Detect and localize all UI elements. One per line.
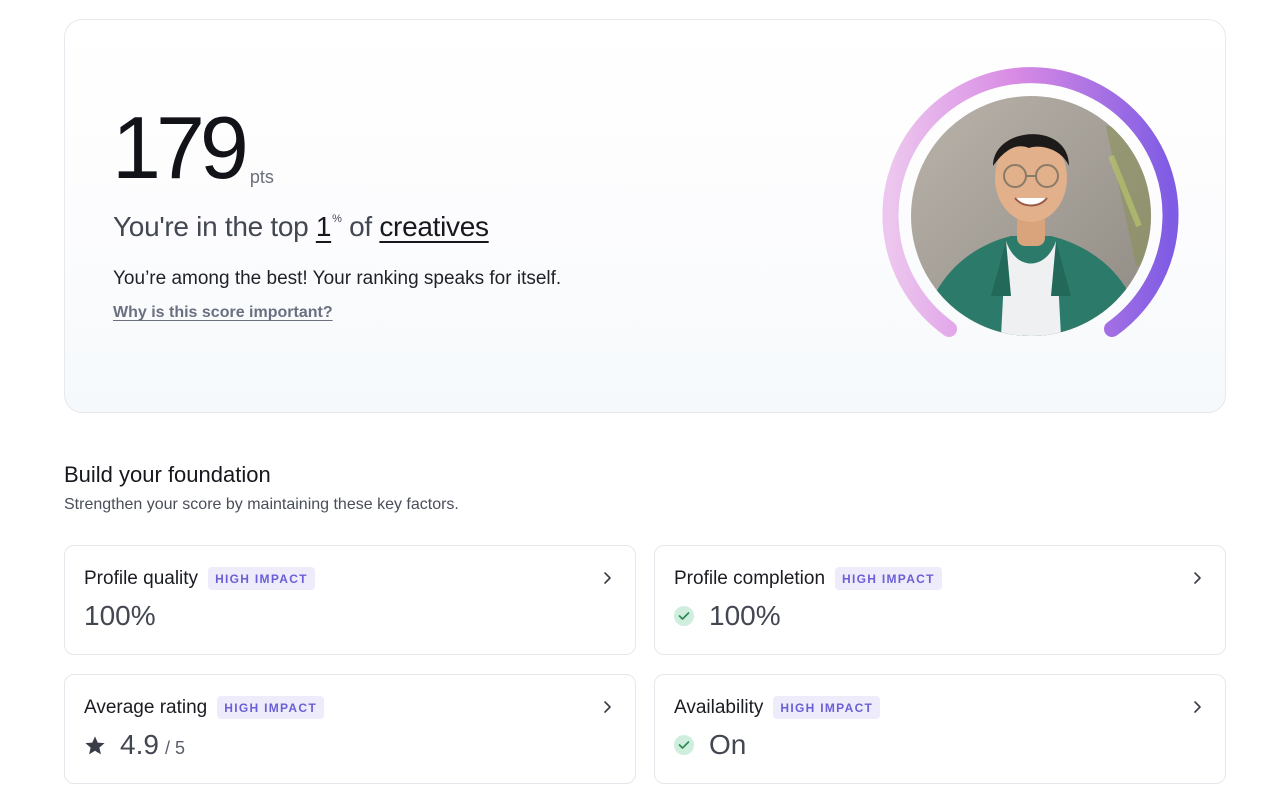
card-value-row: 4.9 / 5: [84, 729, 185, 761]
score-unit: pts: [249, 166, 274, 187]
chevron-right-icon[interactable]: [603, 571, 613, 585]
rank-unit: %: [332, 213, 342, 225]
card-profile-completion[interactable]: Profile completion HIGH IMPACT 100%: [654, 545, 1226, 655]
chevron-right-icon[interactable]: [603, 700, 613, 714]
impact-badge: HIGH IMPACT: [217, 696, 324, 719]
chevron-right-icon[interactable]: [1193, 700, 1203, 714]
card-average-rating[interactable]: Average rating HIGH IMPACT 4.9 / 5: [64, 674, 636, 784]
card-title: Profile quality: [84, 567, 199, 589]
impact-badge: HIGH IMPACT: [773, 696, 881, 719]
card-value-row: 100%: [674, 600, 781, 632]
card-header: Availability HIGH IMPACT: [674, 696, 881, 719]
score-hero-card: 179 pts You're in the top 1% of creative…: [64, 19, 1226, 413]
score-row: 179 pts: [112, 98, 274, 197]
score-description: You’re among the best! Your ranking spea…: [113, 268, 562, 289]
avatar-photo: [911, 96, 1151, 336]
card-value: 4.9: [120, 729, 159, 760]
card-title: Profile completion: [674, 567, 826, 589]
rank-group-link[interactable]: creatives: [379, 211, 489, 242]
score-value: 179: [112, 98, 249, 197]
section-subtitle: Strengthen your score by maintaining the…: [64, 496, 459, 513]
why-score-important-link[interactable]: Why is this score important?: [113, 304, 333, 322]
rank-prefix: You're in the top: [113, 211, 316, 242]
card-header: Average rating HIGH IMPACT: [84, 696, 324, 719]
card-value-scale: / 5: [164, 737, 185, 758]
section-title: Build your foundation: [64, 462, 271, 487]
card-title: Availability: [674, 696, 764, 718]
card-availability[interactable]: Availability HIGH IMPACT On: [654, 674, 1226, 784]
card-value: 100%: [84, 600, 156, 631]
chevron-right-icon[interactable]: [1193, 571, 1203, 585]
card-header: Profile quality HIGH IMPACT: [84, 567, 315, 590]
card-profile-quality[interactable]: Profile quality HIGH IMPACT 100%: [64, 545, 636, 655]
impact-badge: HIGH IMPACT: [835, 567, 942, 590]
card-value-row: On: [674, 729, 746, 761]
avatar: [911, 96, 1151, 336]
card-value-row: 100%: [84, 600, 156, 632]
card-value: 100%: [709, 600, 781, 631]
rank-line: You're in the top 1% of creatives: [113, 211, 489, 243]
avatar-progress: [881, 66, 1181, 366]
card-value: On: [709, 729, 747, 760]
impact-badge: HIGH IMPACT: [208, 567, 315, 590]
check-icon: [674, 606, 694, 626]
rank-middle: of: [341, 211, 380, 242]
check-icon: [674, 735, 694, 755]
star-icon: [84, 735, 106, 756]
card-title: Average rating: [84, 696, 208, 718]
rank-value: 1: [315, 211, 332, 242]
card-header: Profile completion HIGH IMPACT: [674, 567, 942, 590]
